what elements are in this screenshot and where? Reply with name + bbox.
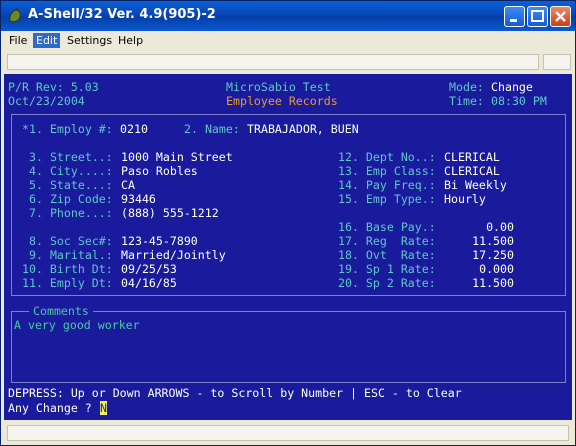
field-17-label: 17. Reg Rate: bbox=[338, 234, 436, 248]
field-15-label: 15. Emp Type.: bbox=[338, 192, 436, 206]
close-icon bbox=[555, 11, 566, 22]
field-14-label: 14. Pay Freq.: bbox=[338, 178, 436, 192]
comments-label: Comments bbox=[29, 304, 93, 318]
toolbar-area bbox=[7, 54, 539, 70]
field-8-label: 8. Soc Sec#: bbox=[29, 234, 113, 248]
field-2-value[interactable]: TRABAJADOR, BUEN bbox=[247, 122, 359, 136]
toolbar bbox=[3, 52, 573, 72]
field-5-label: 5. State...: bbox=[29, 178, 113, 192]
menu-file[interactable]: File bbox=[6, 33, 30, 48]
menu-edit[interactable]: Edit bbox=[33, 33, 61, 48]
field-17-value[interactable]: 11.500 bbox=[444, 234, 514, 248]
menu-bar: File Edit Settings Help bbox=[1, 31, 575, 50]
field-1-value[interactable]: 0210 bbox=[120, 122, 148, 136]
field-18-value[interactable]: 17.250 bbox=[444, 248, 514, 262]
field-6-value[interactable]: 93446 bbox=[121, 192, 156, 206]
field-4-label: 4. City....: bbox=[29, 164, 113, 178]
title-bar[interactable]: A-Shell/32 Ver. 4.9(905)-2 bbox=[1, 1, 575, 31]
field-7-value[interactable]: (888) 555-1212 bbox=[121, 206, 219, 220]
field-2-label: 2. Name: bbox=[184, 122, 240, 136]
field-20-value[interactable]: 11.500 bbox=[444, 276, 514, 290]
maximize-icon bbox=[531, 10, 544, 22]
field-18-label: 18. Ovt Rate: bbox=[338, 248, 436, 262]
window-title: A-Shell/32 Ver. 4.9(905)-2 bbox=[28, 7, 216, 22]
field-6-label: 6. Zip Code: bbox=[29, 192, 113, 206]
field-13-value[interactable]: CLERICAL bbox=[444, 164, 500, 178]
screen-title: Employee Records bbox=[226, 94, 338, 108]
terminal-screen[interactable]: P/R Rev: 5.03 Oct/23/2004 MicroSabio Tes… bbox=[4, 74, 572, 420]
field-11-label: 11. Emply Dt: bbox=[22, 276, 113, 290]
field-15-value[interactable]: Hourly bbox=[444, 192, 486, 206]
field-3-label: 3. Street..: bbox=[29, 150, 113, 164]
company-name: MicroSabio Test bbox=[226, 80, 331, 94]
menu-settings[interactable]: Settings bbox=[64, 33, 115, 48]
help-line: DEPRESS: Up or Down ARROWS - to Scroll b… bbox=[8, 386, 462, 400]
field-10-label: 10. Birth Dt: bbox=[22, 262, 113, 276]
field-11-value[interactable]: 04/16/85 bbox=[121, 276, 177, 290]
minimize-icon bbox=[510, 19, 517, 22]
mode-value: Change bbox=[491, 80, 533, 94]
field-4-value[interactable]: Paso Robles bbox=[121, 164, 198, 178]
field-13-label: 13. Emp Class: bbox=[338, 164, 436, 178]
minimize-button[interactable] bbox=[504, 6, 525, 27]
field-7-label: 7. Phone...: bbox=[29, 206, 113, 220]
maximize-button[interactable] bbox=[527, 6, 548, 27]
field-5-value[interactable]: CA bbox=[121, 178, 135, 192]
app-window: A-Shell/32 Ver. 4.9(905)-2 File Edit Set… bbox=[0, 0, 576, 446]
field-14-value[interactable]: Bi Weekly bbox=[444, 178, 507, 192]
prompt-answer-input[interactable]: N bbox=[100, 401, 107, 415]
field-12-value[interactable]: CLERICAL bbox=[444, 150, 500, 164]
rev-text: P/R Rev: 5.03 bbox=[8, 80, 99, 94]
field-9-label: 9. Marital.: bbox=[29, 248, 113, 262]
close-button[interactable] bbox=[550, 6, 571, 27]
date-text: Oct/23/2004 bbox=[8, 94, 85, 108]
field-20-label: 20. Sp 2 Rate: bbox=[338, 276, 436, 290]
field-16-label: 16. Base Pay.: bbox=[338, 220, 436, 234]
field-1-label: *1. Employ #: bbox=[22, 122, 113, 136]
menu-help[interactable]: Help bbox=[115, 33, 146, 48]
field-12-label: 12. Dept No..: bbox=[338, 150, 436, 164]
field-19-label: 19. Sp 1 Rate: bbox=[338, 262, 436, 276]
comments-text[interactable]: A very good worker bbox=[14, 318, 140, 332]
prompt-question: Any Change ? bbox=[8, 401, 92, 415]
mode-label: Mode: bbox=[449, 80, 484, 94]
field-10-value[interactable]: 09/25/53 bbox=[121, 262, 177, 276]
app-icon[interactable] bbox=[7, 8, 23, 24]
status-bar bbox=[3, 423, 573, 443]
time-label: Time: bbox=[449, 94, 484, 108]
status-field bbox=[7, 425, 569, 441]
field-8-value[interactable]: 123-45-7890 bbox=[121, 234, 198, 248]
field-19-value[interactable]: 0.000 bbox=[444, 262, 514, 276]
field-9-value[interactable]: Married/Jointly bbox=[121, 248, 226, 262]
toolbar-area-right bbox=[543, 54, 571, 70]
field-16-value[interactable]: 0.00 bbox=[444, 220, 514, 234]
time-value: 08:30 PM bbox=[491, 94, 547, 108]
field-3-value[interactable]: 1000 Main Street bbox=[121, 150, 233, 164]
